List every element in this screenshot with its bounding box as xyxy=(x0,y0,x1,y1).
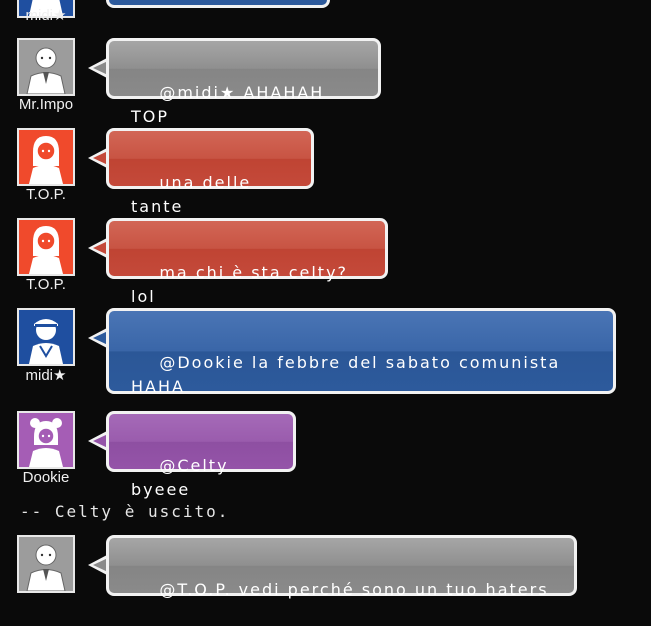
message-bubble: @Celty byeee xyxy=(106,411,296,499)
cap-person-icon xyxy=(29,319,63,364)
message-bubble: @Dookie la febbre del sabato comunista H… xyxy=(106,308,616,396)
user-avatar[interactable] xyxy=(17,128,75,186)
message-text: una delle tante xyxy=(131,173,259,216)
system-message: -- Celty è uscito. xyxy=(20,502,230,521)
suit-person-icon xyxy=(26,544,66,591)
girl-bow-icon xyxy=(29,226,63,274)
girl-bow-icon xyxy=(29,136,63,184)
username: Dookie xyxy=(22,469,70,486)
suit-person-icon xyxy=(26,47,66,94)
user-avatar[interactable] xyxy=(17,535,75,593)
girl-buns-icon xyxy=(29,418,63,467)
message-bubble: una delle tante xyxy=(106,128,314,216)
user-avatar[interactable] xyxy=(17,38,75,96)
message-text: @T.O.P. vedi perché sono un tuo haters xyxy=(159,580,549,599)
username: T.O.P. xyxy=(26,276,66,293)
message-bubble: @T.O.P. vedi perché sono un tuo haters xyxy=(106,535,577,599)
username: Mr.Impo xyxy=(18,96,74,113)
user-avatar[interactable] xyxy=(17,308,75,366)
username: midi★ xyxy=(25,367,67,384)
message-bubble: @midi★ AHAHAH TOP xyxy=(106,38,381,126)
user-avatar[interactable] xyxy=(17,411,75,469)
message-text: @Dookie la febbre del sabato comunista H… xyxy=(131,353,568,396)
user-avatar[interactable] xyxy=(17,218,75,276)
message-bubble xyxy=(106,0,330,8)
message-text: ma chi è sta celty? lol xyxy=(131,263,356,306)
message-text: @Celty byeee xyxy=(131,456,236,499)
username: midi★ xyxy=(25,7,67,24)
username: T.O.P. xyxy=(26,186,66,203)
message-bubble: ma chi è sta celty? lol xyxy=(106,218,388,306)
message-text: @midi★ AHAHAH TOP xyxy=(131,83,332,126)
